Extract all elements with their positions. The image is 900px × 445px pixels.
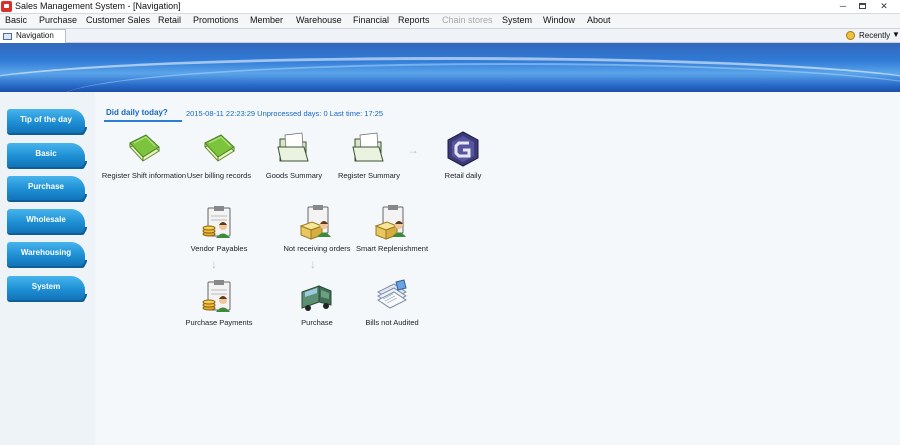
arrow-down-icon: ↓ xyxy=(310,257,316,271)
maximize-button[interactable] xyxy=(856,1,868,12)
delivery-truck-icon xyxy=(301,285,332,311)
register-summary-label: Register Summary xyxy=(337,171,401,180)
title-bar: Sales Management System - [Navigation] ─… xyxy=(0,0,900,14)
clipboard-coins-icon xyxy=(202,206,231,238)
title-underline xyxy=(104,120,182,122)
recently-label: Recently xyxy=(859,31,891,40)
retail-daily-g-icon xyxy=(447,131,479,167)
tab-navigation[interactable]: Navigation xyxy=(0,29,66,43)
app-logo-icon xyxy=(1,1,12,12)
vendor-payables[interactable]: Vendor Payables xyxy=(174,204,264,254)
sidebar-purchase[interactable]: Purchase xyxy=(7,176,87,202)
clipboard-box-icon xyxy=(374,205,406,240)
smart-replenishment-label: Smart Replenishment xyxy=(355,244,429,253)
register-summary[interactable]: Register Summary xyxy=(324,131,414,181)
window-icon xyxy=(3,33,12,40)
menu-member[interactable]: Member xyxy=(250,15,283,25)
close-button[interactable]: ✕ xyxy=(878,1,890,12)
maximize-icon xyxy=(858,3,866,9)
open-folder-icon xyxy=(352,132,384,162)
window-title: Sales Management System - [Navigation] xyxy=(15,1,181,11)
menu-warehouse[interactable]: Warehouse xyxy=(296,15,342,25)
menu-bar: Basic Purchase Customer Sales Retail Pro… xyxy=(0,14,900,29)
document-stack-icon xyxy=(377,279,407,309)
clipboard-box-icon xyxy=(299,205,331,240)
bills-not-audited-label: Bills not Audited xyxy=(365,318,419,327)
green-book-icon xyxy=(129,134,160,162)
menu-about[interactable]: About xyxy=(587,15,611,25)
tab-bar: Navigation Recently ▼ xyxy=(0,29,900,43)
sidebar-system[interactable]: System xyxy=(7,276,87,302)
daily-title: Did daily today? xyxy=(106,108,168,117)
arrow-down-icon: ↓ xyxy=(211,257,217,271)
tab-navigation-label: Navigation xyxy=(16,31,54,40)
menu-chain-stores: Chain stores xyxy=(442,15,493,25)
purchase-payments-label: Purchase Payments xyxy=(185,318,253,327)
retail-daily-label: Retail daily xyxy=(444,171,482,180)
sidebar-basic[interactable]: Basic xyxy=(7,143,87,169)
daily-status: 2015-08-11 22:23:29 Unprocessed days: 0 … xyxy=(186,109,384,118)
menu-purchase[interactable]: Purchase xyxy=(39,15,77,25)
clipboard-coins-icon xyxy=(202,280,231,312)
bills-not-audited[interactable]: Bills not Audited xyxy=(347,278,437,328)
purchase-payments[interactable]: Purchase Payments xyxy=(174,278,264,328)
vendor-payables-label: Vendor Payables xyxy=(190,244,248,253)
menu-basic[interactable]: Basic xyxy=(5,15,27,25)
smart-replenishment[interactable]: Smart Replenishment xyxy=(347,204,437,254)
header-banner xyxy=(0,43,900,92)
menu-reports[interactable]: Reports xyxy=(398,15,430,25)
menu-system[interactable]: System xyxy=(502,15,532,25)
chevron-down-icon: ▼ xyxy=(892,30,900,39)
green-book-icon xyxy=(204,134,235,162)
sidebar-wholesale[interactable]: Wholesale xyxy=(7,209,87,235)
sidebar-warehousing[interactable]: Warehousing xyxy=(7,242,87,268)
sidebar-tip-of-the-day[interactable]: Tip of the day xyxy=(7,109,87,135)
menu-customer-sales[interactable]: Customer Sales xyxy=(86,15,150,25)
open-folder-icon xyxy=(277,132,309,162)
menu-window[interactable]: Window xyxy=(543,15,575,25)
retail-daily[interactable]: Retail daily xyxy=(418,131,508,181)
menu-promotions[interactable]: Promotions xyxy=(193,15,239,25)
recent-folder-icon xyxy=(846,31,855,40)
menu-financial[interactable]: Financial xyxy=(353,15,389,25)
minimize-button[interactable]: ─ xyxy=(837,1,849,12)
menu-retail[interactable]: Retail xyxy=(158,15,181,25)
